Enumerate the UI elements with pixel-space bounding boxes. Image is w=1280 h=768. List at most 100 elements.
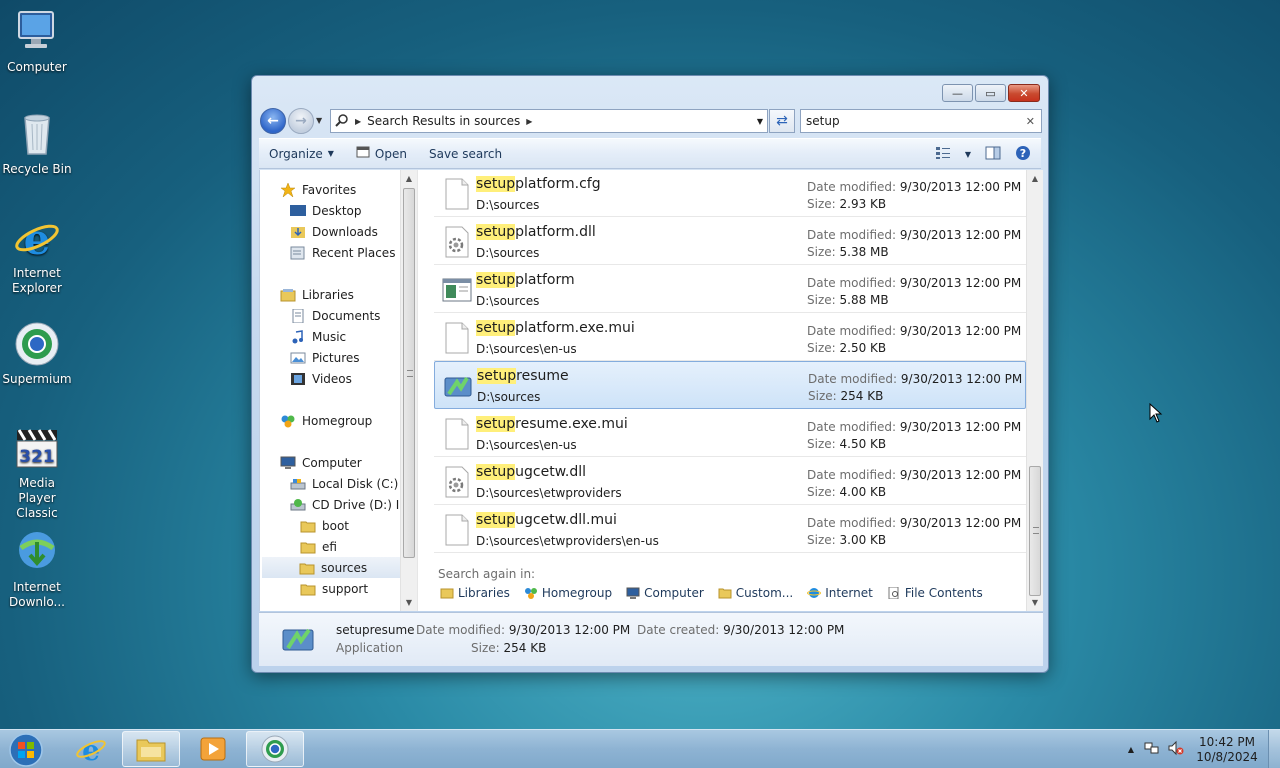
nav-favorites[interactable]: Favorites — [280, 179, 356, 200]
nav-recent-places[interactable]: Recent Places — [290, 242, 395, 263]
taskbar-internet-explorer[interactable]: e — [62, 731, 120, 767]
file-icon — [442, 322, 472, 354]
file-icon — [442, 178, 472, 210]
svg-text:e: e — [24, 215, 51, 262]
result-row[interactable]: setupplatform.dll D:\sources Date modifi… — [434, 218, 1026, 265]
navigation-scrollbar[interactable]: ▲ ▼ — [400, 170, 417, 611]
result-name: setupresume — [477, 368, 569, 384]
desktop-icon-computer[interactable]: Computer — [0, 8, 74, 75]
nav-pictures[interactable]: Pictures — [290, 347, 360, 368]
breadcrumb-separator-icon[interactable]: ▶ — [526, 117, 532, 126]
preview-pane-icon[interactable] — [985, 146, 1001, 163]
network-icon[interactable] — [1144, 740, 1160, 759]
search-results-list: setupplatform.cfg D:\sources Date modifi… — [426, 170, 1026, 611]
scroll-down-arrow-icon[interactable]: ▼ — [1027, 598, 1043, 607]
nav-libraries[interactable]: Libraries — [280, 284, 354, 305]
search-again-computer[interactable]: Computer — [626, 586, 704, 600]
result-row[interactable]: setupplatform.exe.mui D:\sources\en-us D… — [434, 314, 1026, 361]
forward-button[interactable]: → — [288, 108, 314, 134]
explorer-window: — ▭ ✕ ← → ▼ ▶ Search Results in sources … — [251, 75, 1049, 673]
app-window-icon — [442, 274, 472, 306]
desktop-icon-internet-explorer[interactable]: e Internet Explorer — [0, 214, 74, 296]
start-button[interactable] — [6, 732, 46, 768]
open-icon — [356, 145, 370, 162]
desktop-icon-supermium[interactable]: Supermium — [0, 320, 74, 387]
nav-folder-sources[interactable]: sources — [262, 557, 400, 578]
result-name: setupresume.exe.mui — [476, 416, 628, 432]
volume-muted-icon[interactable] — [1168, 740, 1184, 759]
breadcrumb-separator-icon[interactable]: ▶ — [355, 117, 361, 126]
nav-computer[interactable]: Computer — [280, 452, 362, 473]
search-again-internet[interactable]: Internet — [807, 586, 873, 600]
nav-homegroup[interactable]: Homegroup — [280, 410, 372, 431]
result-row[interactable]: setupugcetw.dll D:\sources\etwproviders … — [434, 458, 1026, 505]
nav-local-disk[interactable]: Local Disk (C:) — [290, 473, 398, 494]
taskbar-windows-explorer[interactable] — [122, 731, 180, 767]
result-size: Size: 4.00 KB — [807, 485, 887, 499]
result-date: Date modified: 9/30/2013 12:00 PM — [807, 516, 1022, 530]
result-date: Date modified: 9/30/2013 12:00 PM — [807, 420, 1022, 434]
result-row-selected[interactable]: setupresume D:\sources Date modified: 9/… — [434, 361, 1026, 409]
open-button[interactable]: Open — [356, 145, 407, 162]
nav-folder-efi[interactable]: efi — [300, 536, 337, 557]
breadcrumb-search-results[interactable]: Search Results in sources — [367, 114, 520, 128]
search-again-homegroup[interactable]: Homegroup — [524, 586, 612, 600]
nav-cd-drive[interactable]: CD Drive (D:) IR1_ — [290, 494, 400, 515]
result-row[interactable]: setupplatform.cfg D:\sources Date modifi… — [434, 170, 1026, 217]
result-path: D:\sources\en-us — [476, 342, 577, 356]
scroll-up-arrow-icon[interactable]: ▲ — [1027, 174, 1043, 183]
search-again-label: Search again in: — [438, 567, 536, 581]
taskbar: e ▲ 10:42 PM 10/8/2024 — [0, 729, 1280, 768]
search-again-file-contents[interactable]: File Contents — [887, 586, 983, 600]
clear-search-icon[interactable]: ✕ — [1026, 115, 1035, 128]
nav-downloads[interactable]: Downloads — [290, 221, 378, 242]
back-button[interactable]: ← — [260, 108, 286, 134]
results-scrollbar[interactable]: ▲ ▼ — [1026, 170, 1043, 611]
save-search-button[interactable]: Save search — [429, 147, 502, 161]
result-row[interactable]: setupresume.exe.mui D:\sources\en-us Dat… — [434, 410, 1026, 457]
scroll-down-arrow-icon[interactable]: ▼ — [401, 598, 417, 607]
scroll-up-arrow-icon[interactable]: ▲ — [401, 174, 417, 183]
organize-button[interactable]: Organize ▼ — [269, 147, 334, 161]
nav-documents[interactable]: Documents — [290, 305, 380, 326]
recent-pages-dropdown[interactable]: ▼ — [316, 116, 322, 125]
minimize-button[interactable]: — — [942, 84, 973, 102]
nav-folder-support[interactable]: support — [300, 578, 368, 599]
desktop-icon-media-player-classic[interactable]: 321 Media Player Classic — [0, 424, 74, 521]
computer-icon — [280, 456, 296, 470]
clock[interactable]: 10:42 PM 10/8/2024 — [1192, 735, 1262, 765]
nav-desktop[interactable]: Desktop — [290, 200, 362, 221]
search-again-custom[interactable]: Custom... — [718, 586, 793, 600]
views-dropdown-icon[interactable]: ▼ — [965, 150, 971, 159]
refresh-button[interactable]: ⇄ — [769, 109, 795, 133]
search-again-libraries[interactable]: Libraries — [440, 586, 510, 600]
search-input[interactable]: setup ✕ — [800, 109, 1042, 133]
result-date: Date modified: 9/30/2013 12:00 PM — [808, 372, 1023, 386]
nav-folder-boot[interactable]: boot — [300, 515, 349, 536]
clock-time: 10:42 PM — [1199, 734, 1255, 749]
nav-videos[interactable]: Videos — [290, 368, 352, 389]
pane-divider[interactable] — [417, 170, 418, 611]
maximize-button[interactable]: ▭ — [975, 84, 1006, 102]
setup-app-icon — [443, 370, 473, 402]
address-bar[interactable]: ▶ Search Results in sources ▶ ▼ — [330, 109, 768, 133]
show-hidden-icons-button[interactable]: ▲ — [1128, 745, 1134, 754]
result-row[interactable]: setupplatform D:\sources Date modified: … — [434, 266, 1026, 313]
file-icon — [442, 418, 472, 450]
result-size: Size: 5.38 MB — [807, 245, 889, 259]
help-icon[interactable]: ? — [1015, 145, 1031, 164]
scrollbar-thumb[interactable] — [403, 188, 415, 558]
window-controls: — ▭ ✕ — [942, 84, 1040, 102]
views-icon[interactable] — [935, 146, 951, 163]
desktop-icon-internet-download-manager[interactable]: Internet Downlo... — [0, 528, 74, 610]
show-desktop-button[interactable] — [1268, 730, 1280, 768]
nav-music[interactable]: Music — [290, 326, 346, 347]
taskbar-supermium[interactable] — [246, 731, 304, 767]
result-row[interactable]: setupugcetw.dll.mui D:\sources\etwprovid… — [434, 506, 1026, 553]
scrollbar-thumb[interactable] — [1029, 466, 1041, 596]
desktop-icon-recycle-bin[interactable]: Recycle Bin — [0, 110, 74, 177]
close-button[interactable]: ✕ — [1008, 84, 1040, 102]
taskbar-media-player[interactable] — [184, 731, 242, 767]
window-body: Favorites Desktop Downloads Recent Place… — [259, 170, 1043, 611]
address-dropdown-icon[interactable]: ▼ — [757, 117, 763, 126]
